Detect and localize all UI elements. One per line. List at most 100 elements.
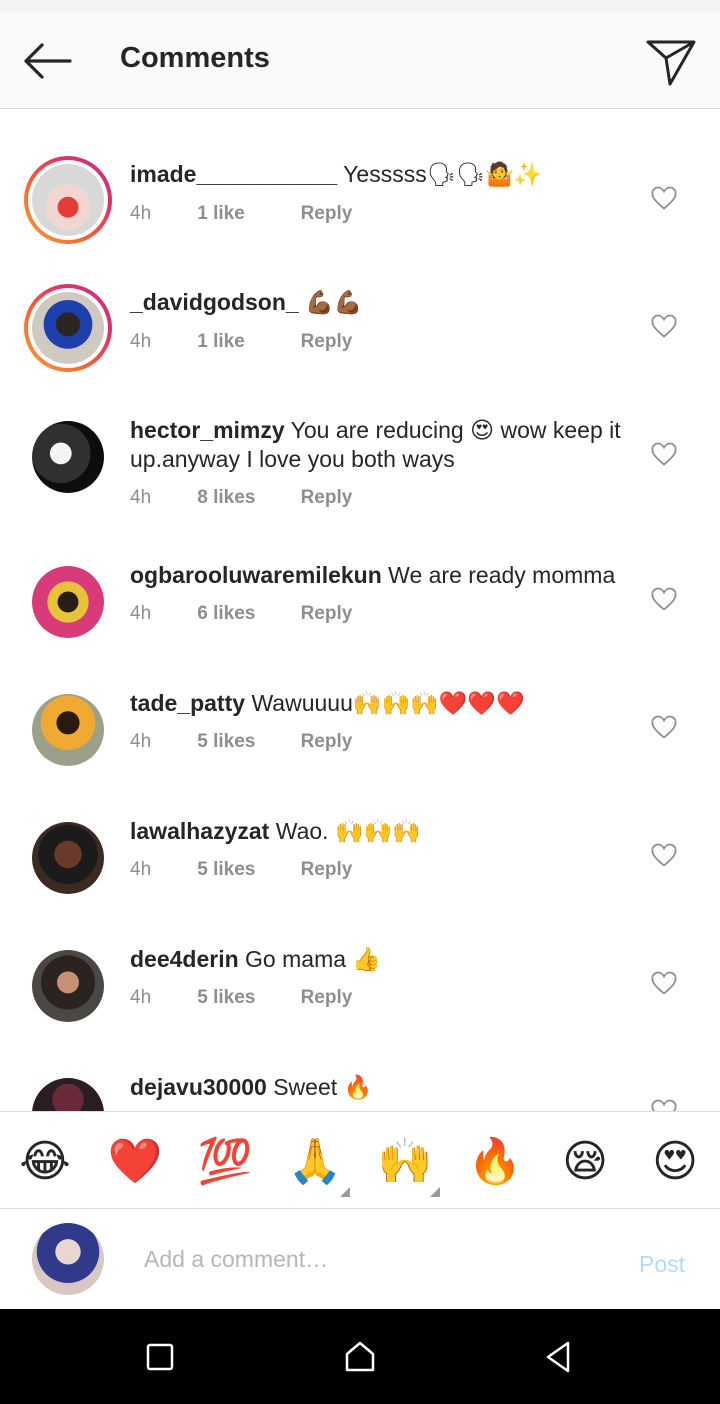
comment-body: ogbarooluwaremilekun We are ready momma [130,561,630,590]
comment-likes[interactable]: 1 like [197,203,295,225]
comment-username[interactable]: lawalhazyzat [130,818,269,844]
reply-button[interactable]: Reply [301,859,353,881]
heart-icon [651,715,677,739]
comment-username[interactable]: tade_patty [130,690,245,716]
reply-button[interactable]: Reply [301,331,353,353]
like-button[interactable] [650,312,678,340]
comment-likes[interactable]: 6 likes [197,603,295,625]
comment-body: lawalhazyzat Wao. 🙌🙌🙌 [130,817,630,846]
comment-list[interactable]: imade___________ Yesssss🗣🗣🤷✨ 4h 1 like R… [0,110,720,1111]
comment-username[interactable]: dee4derin [130,946,239,972]
comment-likes[interactable]: 5 likes [197,987,295,1009]
avatar[interactable] [32,566,104,638]
quick-emoji-bar: 😂 ❤️ 💯 🙏 🙌 🔥 😪 😍 [0,1111,720,1209]
comment-input[interactable] [144,1241,614,1277]
like-button[interactable] [650,841,678,869]
comment-meta: 4h 5 likes Reply [130,987,352,1009]
header: Comments [0,12,720,109]
like-button[interactable] [650,1097,678,1111]
home-button[interactable] [340,1337,380,1377]
like-button[interactable] [650,585,678,613]
comment-username[interactable]: hector_mimzy [130,417,285,443]
comment-likes[interactable]: 5 likes [197,859,295,881]
comment-row: tade_patty Wawuuuu🙌🙌🙌❤️❤️❤️ 4h 5 likes R… [0,685,720,813]
avatar[interactable] [24,284,112,372]
comment-body: _davidgodson_ 💪🏾💪🏾 [130,288,630,317]
square-icon [146,1343,174,1371]
comment-text: Go mama 👍 [245,946,382,972]
comment-row: _davidgodson_ 💪🏾💪🏾 4h 1 like Reply [0,284,720,412]
comment-row: hector_mimzy You are reducing 😍 wow keep… [0,412,720,556]
comment-meta: 4h 5 likes Reply [130,859,352,881]
comment-meta: 4h 6 likes Reply [130,603,352,625]
avatar[interactable] [32,1078,104,1111]
direct-share-button[interactable] [640,34,702,88]
comment-text: Wawuuuu🙌🙌🙌❤️❤️❤️ [251,690,525,716]
comment-body: dejavu30000 Sweet 🔥 [130,1073,630,1102]
comment-username[interactable]: imade___________ [130,161,337,187]
comment-username[interactable]: ogbarooluwaremilekun [130,562,382,588]
comment-composer: Post [0,1209,720,1309]
emoji-joy-button[interactable]: 😂 [17,1134,73,1190]
comment-likes[interactable]: 5 likes [197,731,295,753]
emoji-heart-eyes-button[interactable]: 😍 [647,1134,703,1190]
emoji-hundred-button[interactable]: 💯 [197,1134,253,1190]
avatar[interactable] [32,950,104,1022]
avatar[interactable] [32,694,104,766]
heart-icon [651,314,677,338]
triangle-back-icon [546,1341,570,1373]
comment-likes[interactable]: 8 likes [197,487,295,509]
comment-likes[interactable]: 1 like [197,331,295,353]
emoji-heart-button[interactable]: ❤️ [107,1134,163,1190]
comment-time: 4h [130,859,152,880]
comment-text: We are ready momma [388,562,616,588]
comment-row: dee4derin Go mama 👍 4h 5 likes Reply [0,941,720,1069]
emoji-raised-hands-button[interactable]: 🙌 [377,1134,433,1190]
comment-meta: 4h 1 like Reply [130,203,352,225]
skin-tone-indicator-icon [340,1187,350,1197]
back-nav-button[interactable] [538,1337,578,1377]
emoji-pray-button[interactable]: 🙏 [287,1134,343,1190]
comment-username[interactable]: dejavu30000 [130,1074,267,1100]
comment-time: 4h [130,331,152,352]
avatar[interactable] [32,822,104,894]
comment-body: imade___________ Yesssss🗣🗣🤷✨ [130,160,630,189]
comment-row: ogbarooluwaremilekun We are ready momma … [0,557,720,685]
emoji-fire-button[interactable]: 🔥 [467,1134,523,1190]
reply-button[interactable]: Reply [301,203,353,225]
system-nav-bar [0,1309,720,1404]
status-bar [0,0,720,12]
avatar [32,1223,104,1295]
comment-text: Yesssss🗣🗣🤷✨ [343,161,543,187]
avatar[interactable] [24,156,112,244]
comment-time: 4h [130,203,152,224]
recents-button[interactable] [140,1337,180,1377]
skin-tone-indicator-icon [430,1187,440,1197]
reply-button[interactable]: Reply [301,603,353,625]
reply-button[interactable]: Reply [301,487,353,509]
back-button[interactable] [18,36,78,86]
reply-button[interactable]: Reply [301,731,353,753]
comment-meta: 4h 5 likes Reply [130,731,352,753]
post-button[interactable]: Post [639,1251,685,1278]
comment-row: lawalhazyzat Wao. 🙌🙌🙌 4h 5 likes Reply [0,813,720,941]
like-button[interactable] [650,440,678,468]
heart-icon [651,442,677,466]
comment-time: 4h [130,987,152,1008]
comment-username[interactable]: _davidgodson_ [130,289,299,315]
heart-icon [651,186,677,210]
emoji-sleepy-button[interactable]: 😪 [557,1134,613,1190]
heart-icon [651,1099,677,1111]
comment-time: 4h [130,487,152,508]
comment-body: tade_patty Wawuuuu🙌🙌🙌❤️❤️❤️ [130,689,630,718]
back-arrow-icon [24,43,72,79]
avatar[interactable] [32,421,104,493]
like-button[interactable] [650,713,678,741]
heart-icon [651,587,677,611]
reply-button[interactable]: Reply [301,987,353,1009]
like-button[interactable] [650,184,678,212]
comment-text: Sweet 🔥 [273,1074,373,1100]
paper-plane-icon [646,40,696,86]
like-button[interactable] [650,969,678,997]
comment-row: imade___________ Yesssss🗣🗣🤷✨ 4h 1 like R… [0,156,720,284]
